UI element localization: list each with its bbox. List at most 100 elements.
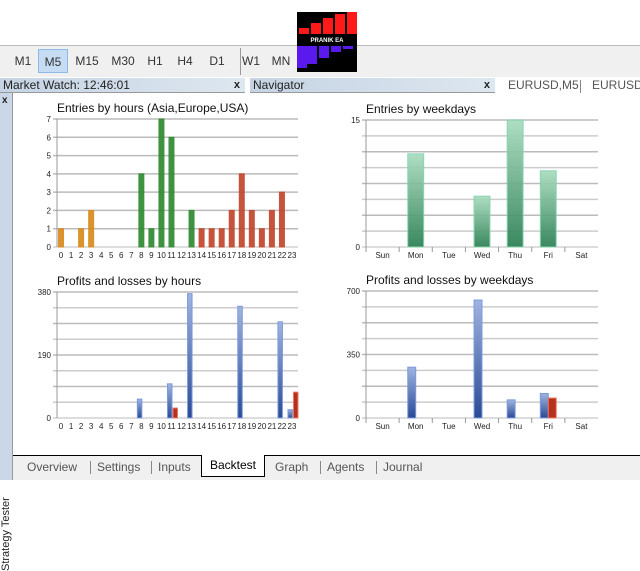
x-tick-label: 17 — [227, 422, 236, 431]
x-tick-label: 13 — [187, 422, 196, 431]
x-tick-label: 20 — [257, 251, 266, 260]
profit-bar — [277, 321, 283, 419]
y-tick-label: 5 — [47, 152, 52, 161]
tab-separator — [320, 461, 321, 474]
y-tick-label: 0 — [47, 414, 52, 423]
chart-tab-eurusd[interactable]: EURUSD,I — [592, 78, 640, 93]
y-tick-label: 7 — [47, 115, 52, 124]
x-tick-label: 3 — [89, 422, 94, 431]
tab-inputs[interactable]: Inputs — [158, 458, 191, 478]
bar — [268, 209, 275, 248]
x-tick-label: 9 — [149, 251, 154, 260]
x-tick-label: 11 — [167, 251, 176, 260]
x-tick-label: 5 — [109, 251, 114, 260]
bar — [248, 209, 255, 248]
profit-bar — [539, 393, 549, 419]
x-tick-label: 23 — [288, 422, 297, 431]
logo-text: PRANIK EA — [310, 38, 344, 44]
x-tick-label: 0 — [59, 251, 64, 260]
bar — [473, 195, 491, 248]
x-tick-label: 18 — [237, 251, 246, 260]
tester-tabs: Overview Settings Inputs Backtest Graph Agent… — [13, 455, 640, 480]
bar — [138, 173, 145, 248]
timeframe-m1[interactable]: M1 — [8, 49, 38, 73]
profit-bar — [407, 366, 417, 419]
x-tick-label: 22 — [277, 251, 286, 260]
x-tick-label: Thu — [508, 251, 522, 260]
close-icon[interactable]: x — [484, 78, 490, 93]
tab-agents[interactable]: Agents — [327, 458, 364, 478]
x-tick-label: 13 — [187, 251, 196, 260]
x-tick-label: 21 — [267, 422, 276, 431]
timeframe-h4[interactable]: H4 — [170, 49, 200, 73]
profit-bar — [166, 383, 173, 419]
tab-overview[interactable]: Overview — [27, 458, 77, 478]
bar — [539, 170, 557, 248]
x-tick-label: 9 — [149, 422, 154, 431]
y-tick-label: 700 — [347, 287, 361, 296]
x-tick-label: 8 — [139, 251, 144, 260]
tab-separator — [151, 461, 152, 474]
y-tick-label: 0 — [47, 243, 52, 252]
bar — [158, 118, 165, 248]
tab-separator — [90, 461, 91, 474]
x-tick-label: 6 — [119, 422, 124, 431]
bar — [78, 228, 85, 248]
y-tick-label: 0 — [356, 243, 361, 252]
timeframe-d1[interactable]: D1 — [202, 49, 232, 73]
market-watch-header[interactable]: Market Watch: 12:46:01 x — [0, 78, 245, 93]
y-tick-label: 3 — [47, 188, 52, 197]
bar — [168, 136, 175, 248]
x-tick-label: 14 — [197, 251, 206, 260]
chart-title: Profits and losses by hours — [57, 274, 201, 288]
x-tick-label: Thu — [508, 422, 522, 431]
bar — [228, 209, 235, 248]
tab-separator — [376, 461, 377, 474]
x-tick-label: Wed — [474, 251, 490, 260]
x-tick-label: 1 — [69, 251, 74, 260]
timeframe-mn[interactable]: MN — [266, 49, 296, 73]
x-tick-label: Sat — [575, 422, 588, 431]
profit-bar — [506, 399, 516, 419]
x-tick-label: Tue — [442, 422, 456, 431]
x-tick-label: 22 — [277, 422, 286, 431]
y-tick-label: 2 — [47, 206, 52, 215]
x-tick-label: 2 — [79, 251, 84, 260]
x-tick-label: Mon — [408, 422, 424, 431]
tab-graph[interactable]: Graph — [275, 458, 308, 478]
market-watch-title: Market Watch: 12:46:01 — [3, 78, 130, 92]
tab-backtest[interactable]: Backtest — [201, 455, 266, 477]
pranik-ea-logo: PRANIK EA — [297, 12, 357, 72]
x-tick-label: 10 — [157, 422, 166, 431]
y-tick-label: 190 — [38, 351, 52, 360]
profit-bar — [473, 299, 483, 419]
bar — [506, 119, 524, 248]
navigator-header[interactable]: Navigator x — [250, 78, 495, 93]
x-tick-label: 7 — [129, 422, 134, 431]
y-tick-label: 4 — [47, 170, 52, 179]
chart-tab-eurusd-m5[interactable]: EURUSD,M5 — [508, 78, 579, 93]
timeframe-m5[interactable]: M5 — [38, 49, 68, 73]
tab-settings[interactable]: Settings — [97, 458, 140, 478]
chart-title: Entries by weekdays — [366, 102, 476, 116]
close-icon[interactable]: x — [234, 78, 240, 93]
timeframe-m30[interactable]: M30 — [108, 49, 138, 73]
tab-journal[interactable]: Journal — [383, 458, 422, 478]
profit-bar — [136, 398, 143, 419]
profit-bar — [187, 293, 193, 419]
x-tick-label: 15 — [207, 251, 216, 260]
bar — [218, 228, 225, 248]
bar — [278, 191, 285, 248]
x-tick-label: Sun — [375, 251, 389, 260]
toolbar-separator — [240, 48, 241, 75]
close-icon[interactable]: x — [2, 95, 8, 106]
profit-bar — [237, 305, 243, 419]
x-tick-label: 0 — [59, 422, 64, 431]
timeframe-m15[interactable]: M15 — [72, 49, 102, 73]
x-tick-label: 5 — [109, 422, 114, 431]
x-tick-label: 4 — [99, 251, 104, 260]
x-tick-label: 11 — [167, 422, 176, 431]
bar — [238, 173, 245, 248]
timeframe-h1[interactable]: H1 — [140, 49, 170, 73]
y-tick-label: 0 — [356, 414, 361, 423]
